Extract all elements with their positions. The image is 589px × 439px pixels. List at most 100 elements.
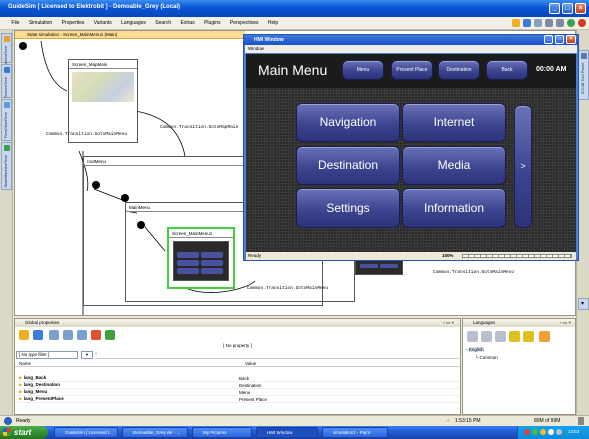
menu-search[interactable]: Search (151, 17, 175, 30)
menu-languages[interactable]: Languages (117, 17, 150, 30)
hmi-maximize-button[interactable]: □ (555, 35, 564, 44)
state-screen-mapmain-title: Screen_MapMain (69, 60, 137, 69)
hmi-zoom-slider[interactable] (462, 254, 572, 258)
menu-perspectives[interactable]: Perspectives (226, 17, 263, 30)
tray-icon[interactable] (540, 429, 546, 435)
close-button[interactable]: × (575, 3, 586, 14)
info-icon (4, 417, 12, 425)
table-row[interactable]: ▶ lang_PresentPlace Present Place (15, 395, 460, 403)
tray-icon[interactable] (556, 429, 562, 435)
property-tool-icon[interactable] (105, 330, 115, 340)
hmi-destination-button[interactable]: Destination (438, 60, 480, 80)
toolbar-print-icon[interactable] (545, 19, 553, 27)
tray-icon[interactable] (532, 429, 538, 435)
property-tool-icon[interactable] (77, 330, 87, 340)
hmi-next-button[interactable]: > (514, 105, 532, 228)
trash-icon[interactable] (578, 417, 584, 425)
taskbar: start GuideSim [ Licensed t... Demoable_… (0, 426, 589, 439)
toolbar-grid-icon[interactable] (534, 19, 542, 27)
menu-file[interactable]: File (7, 17, 23, 30)
toolbar-go-icon[interactable] (567, 19, 575, 27)
minimize-button[interactable]: _ (549, 3, 560, 14)
initial-state-dot (137, 221, 145, 229)
hmi-clock: 00:00 AM (536, 66, 567, 73)
tray-icon[interactable] (524, 429, 530, 435)
tab-state-machine-tree[interactable]: StateMachineTree (1, 142, 12, 190)
panel-controls-icon[interactable]: ▫ ▭ × (560, 319, 571, 327)
hmi-destination-grid-button[interactable]: Destination (296, 146, 400, 185)
search-icon: ⌕ (95, 351, 98, 356)
hmi-internet-button[interactable]: Internet (402, 103, 506, 142)
scroll-down-button[interactable]: ▾ (578, 298, 589, 310)
hmi-window: HMI Window _ □ × Window Main Menu Menu P… (243, 34, 579, 261)
hmi-information-label: Information (423, 201, 485, 215)
hmi-back-button-label: Back (501, 67, 513, 73)
tab-content-tree[interactable]: ContentTree (1, 33, 12, 68)
task-hmi-window[interactable]: HMI Window (256, 427, 318, 438)
property-value: Present Place (235, 395, 460, 403)
property-search-input[interactable]: ⌕ (95, 351, 461, 359)
hmi-menu-button-label: Menu (356, 67, 370, 73)
task-my-pictures[interactable]: My Pictures (192, 427, 252, 438)
hmi-title-bar[interactable]: HMI Window (244, 35, 578, 45)
task-guidesim[interactable]: GuideSim [ Licensed t... (54, 427, 118, 438)
toolbar-run-icon[interactable] (512, 19, 520, 27)
table-row[interactable]: ▶ lang_Destination Destination (15, 381, 460, 389)
hmi-menu-button[interactable]: Menu (342, 60, 384, 80)
flag-icon[interactable] (509, 331, 520, 342)
list-item[interactable]: └ Common (475, 355, 498, 360)
initial-state-dot (19, 42, 27, 50)
language-tool-icon[interactable] (467, 331, 478, 342)
hmi-destination-label: Destination (317, 158, 379, 172)
window-title-bar: GuideSim [ Licensed to Elektrobit ] - De… (0, 0, 589, 17)
menu-extras[interactable]: Extras (177, 17, 199, 30)
flag-icon[interactable] (523, 331, 534, 342)
type-filter-select[interactable]: [ No type filter ] (16, 351, 78, 359)
tab-tool-panel[interactable]: ICC48 Tool Panel (578, 50, 589, 100)
maximize-button[interactable]: □ (562, 3, 573, 14)
task-demoable[interactable]: Demoable_Grey.vkr - ... (122, 427, 188, 438)
task-paint[interactable]: simulation1 - Paint (322, 427, 388, 438)
hmi-present-place-button[interactable]: Present Place (391, 60, 433, 80)
language-tool-icon[interactable] (495, 331, 506, 342)
hmi-back-button[interactable]: Back (486, 60, 528, 80)
new-property-icon[interactable] (33, 330, 43, 340)
property-tool-icon[interactable] (49, 330, 59, 340)
hmi-media-button[interactable]: Media (402, 146, 506, 185)
property-tool-icon[interactable] (91, 330, 101, 340)
start-button[interactable]: start (0, 426, 48, 439)
tab-flowchart-tree[interactable]: FlowChartTree (1, 99, 12, 141)
edit-language-icon[interactable] (539, 331, 550, 342)
table-row[interactable]: ▶ lang_Menu Menu (15, 388, 460, 396)
state-screen-mainmenu1[interactable]: Screen_MainMenu1 (167, 227, 235, 289)
hmi-next-label: > (520, 161, 526, 171)
menu-plugins[interactable]: Plugins (200, 17, 224, 30)
tab-tool-panel-label: ICC48 Tool Panel (580, 63, 585, 95)
hmi-settings-button[interactable]: Settings (296, 188, 400, 228)
transition-label: Common.Transition.GotoMainMenu (46, 132, 128, 137)
list-item[interactable]: ▫ English (466, 347, 484, 352)
panel-controls-icon[interactable]: ▫ ▭ × (443, 319, 454, 327)
property-tool-icon[interactable] (63, 330, 73, 340)
menu-help[interactable]: Help (264, 17, 282, 30)
initial-state-dot (92, 181, 100, 189)
hmi-menu-window[interactable]: Window (248, 46, 264, 51)
filter-dropdown-button[interactable]: ▾ (81, 351, 93, 359)
hmi-navigation-button[interactable]: Navigation (296, 103, 400, 142)
tab-screen-tree[interactable]: ScreenTree (1, 64, 12, 98)
status-memory: 80M of 99M (534, 418, 561, 424)
language-tool-icon[interactable] (481, 331, 492, 342)
toolbar-save-icon[interactable] (556, 19, 564, 27)
add-property-icon[interactable] (19, 330, 29, 340)
toolbar-stop-icon[interactable] (578, 19, 586, 27)
state-machine-tree-icon (4, 145, 10, 151)
hmi-minimize-button[interactable]: _ (544, 35, 553, 44)
state-screen-mapmain[interactable]: Screen_MapMain (68, 59, 138, 143)
menu-simulation[interactable]: Simulation (25, 17, 56, 30)
hmi-information-button[interactable]: Information (402, 188, 506, 228)
menu-properties[interactable]: Properties (58, 17, 89, 30)
hmi-close-button[interactable]: × (566, 35, 576, 44)
menu-variants[interactable]: Variants (90, 17, 116, 30)
tray-icon[interactable] (548, 429, 554, 435)
toolbar-sim-icon[interactable] (523, 19, 531, 27)
